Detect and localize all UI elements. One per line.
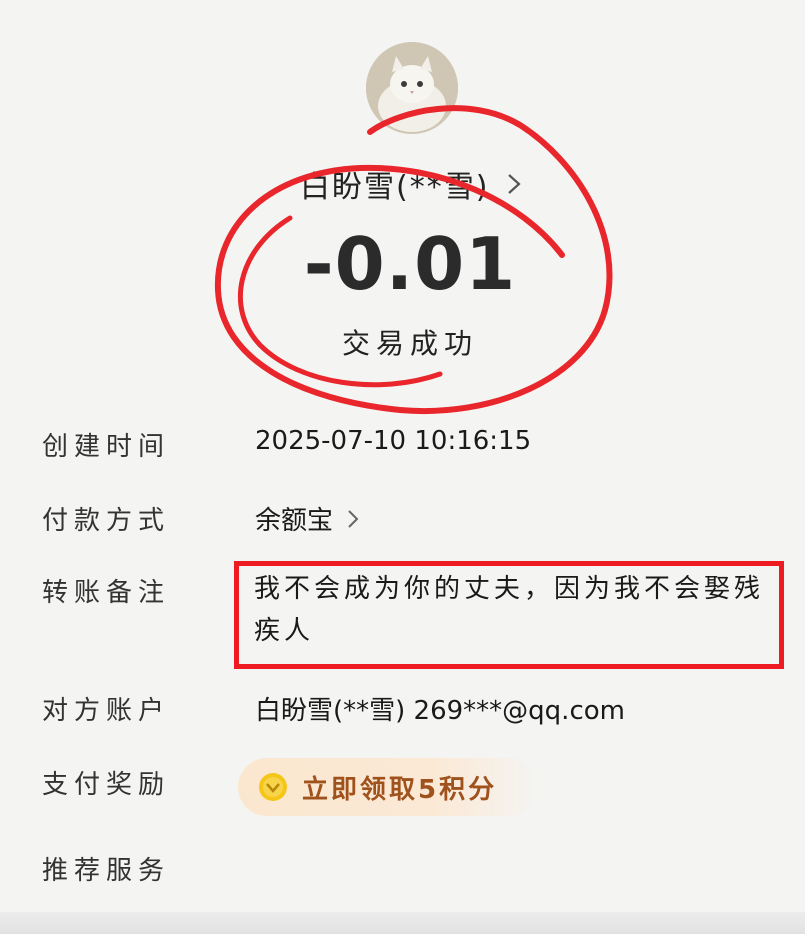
counterparty-account-value: 白盼雪(**雪) 269***@qq.com <box>255 690 625 727</box>
payment-method-label: 付款方式 <box>42 506 171 536</box>
transfer-note-value: 我不会成为你的丈夫，因为我不会娶残疾人 <box>254 574 765 646</box>
counterparty-account-label: 对方账户 <box>42 696 171 726</box>
created-time-text: 2025-07-10 10:16:15 <box>255 426 532 456</box>
counterparty-account-text: 白盼雪(**雪) 269***@qq.com <box>255 696 625 726</box>
payment-reward-label: 支付奖励 <box>42 770 171 800</box>
claim-points-text: 立即领取5积分 <box>302 774 498 805</box>
recommended-services-label: 推荐服务 <box>42 856 171 886</box>
created-time-label: 创建时间 <box>42 432 171 462</box>
coin-icon <box>259 773 287 801</box>
payment-method-text: 余额宝 <box>255 506 334 536</box>
created-time-value: 2025-07-10 10:16:15 <box>255 426 531 456</box>
red-circle-annotation <box>214 105 613 414</box>
payment-method-value[interactable]: 余额宝 <box>255 500 365 537</box>
transfer-note-label: 转账备注 <box>42 578 171 608</box>
chevron-right-icon <box>348 509 359 528</box>
claim-points-button[interactable]: 立即领取5积分 <box>238 758 538 816</box>
bottom-panel-edge <box>0 912 805 934</box>
